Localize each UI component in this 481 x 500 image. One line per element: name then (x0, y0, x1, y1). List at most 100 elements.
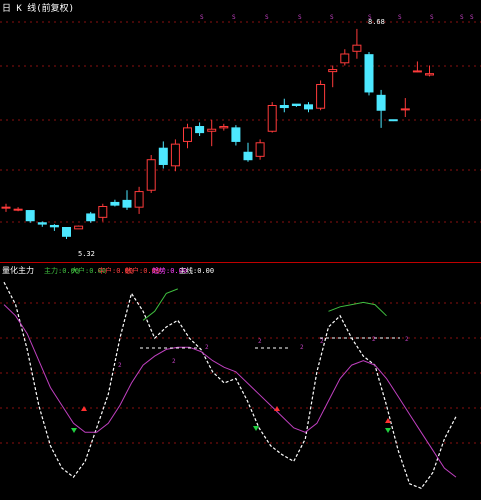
candle[interactable] (62, 227, 71, 240)
indicator-small-label: 2 (258, 338, 262, 345)
indicator-small-label: 2 (405, 336, 409, 343)
candle-body-up (328, 69, 338, 73)
candle[interactable] (364, 51, 374, 96)
candle-body-down (243, 151, 253, 161)
candle[interactable] (49, 224, 59, 231)
candle-body-down (364, 54, 374, 93)
panel-title: 日 K 线(前复权) (2, 2, 74, 14)
indicator-series-line (142, 288, 387, 321)
candle[interactable] (376, 89, 386, 128)
indicator-small-label: 2 (372, 336, 376, 343)
candle[interactable] (13, 207, 23, 212)
candle-body-up (352, 44, 362, 52)
candle[interactable] (304, 102, 313, 113)
candle[interactable] (37, 221, 47, 227)
candle[interactable] (122, 190, 132, 210)
high-price-label: 8.68 (368, 18, 385, 26)
candle-body-down (388, 119, 398, 122)
legend-entry: 主线:0.00 (179, 266, 214, 275)
indicator-legend: 主力:0.00大户:0.00中户:0.00散户:0.00趋势:0.00主线:0.… (44, 266, 214, 275)
indicator-small-label: 2 (118, 362, 122, 369)
candle[interactable] (388, 119, 398, 122)
candle[interactable] (146, 154, 156, 193)
candle[interactable] (316, 80, 326, 111)
candle[interactable] (134, 186, 144, 214)
candle[interactable] (74, 225, 84, 230)
signal-label: S (265, 14, 269, 21)
candle-body-up (98, 205, 108, 218)
signal-label: S (200, 14, 204, 21)
candle[interactable] (340, 49, 350, 66)
candlestick-panel[interactable]: SSSSSSSSSS 日 K 线(前复权) 8.68 5.32 (0, 0, 481, 262)
candle-body-down (25, 210, 35, 222)
candles-group (1, 28, 434, 240)
candle-body-down (122, 199, 132, 208)
candle[interactable] (170, 139, 180, 172)
candle-body-up (1, 206, 11, 209)
candle[interactable] (207, 119, 217, 147)
candle-body-up (340, 53, 350, 64)
candle-body-down (304, 104, 313, 110)
candle-body-up (134, 191, 144, 208)
indicator-small-label: 2 (300, 344, 304, 351)
signal-label: S (298, 14, 302, 21)
candle-body-down (110, 201, 120, 206)
indicator-markers: 2 2 2 2 2 2 2 2 (71, 336, 409, 433)
candle-body-up (255, 142, 265, 157)
stock-chart-window: SSSSSSSSSS 日 K 线(前复权) 8.68 5.32 22222222… (0, 0, 481, 500)
candle[interactable] (98, 203, 108, 222)
candle-body-up (412, 70, 422, 73)
indicator-panel[interactable]: 2 2 2 2 2 2 2 2 量化主力 主力:0.00大户:0.00中户:0.00散户:0.… (0, 263, 481, 500)
top-signal-row: SSSSSSSSSS (200, 14, 474, 21)
candle-body-up (425, 73, 434, 76)
indicator-small-label: 2 (320, 338, 324, 345)
candle[interactable] (291, 103, 301, 107)
sell-arrow-icon (253, 426, 259, 431)
indicator-small-label: 2 (205, 344, 209, 351)
candle[interactable] (158, 141, 168, 169)
candle[interactable] (352, 28, 362, 59)
candle-body-down (376, 94, 386, 111)
candle[interactable] (25, 210, 35, 223)
candle-body-down (37, 222, 47, 225)
sell-arrow-icon (71, 428, 77, 433)
candle[interactable] (86, 211, 96, 223)
candle[interactable] (195, 122, 205, 136)
candle[interactable] (425, 65, 434, 77)
candle-body-down (49, 224, 59, 228)
candle-body-down (195, 126, 205, 134)
candle[interactable] (412, 61, 422, 73)
candle-body-up (13, 208, 23, 211)
candle[interactable] (110, 199, 120, 207)
indicator-lines (3, 281, 457, 490)
candle[interactable] (183, 123, 192, 149)
signal-label: S (398, 14, 402, 21)
indicator-small-label: 2 (172, 358, 176, 365)
candle[interactable] (1, 203, 11, 212)
candle-body-down (231, 127, 241, 142)
buy-arrow-icon (274, 406, 280, 411)
signal-label: S (330, 14, 334, 21)
signal-label: S (470, 14, 474, 21)
candle-body-up (170, 143, 180, 167)
candle-body-up (267, 105, 277, 132)
candle[interactable] (219, 123, 229, 131)
candle-body-down (158, 147, 168, 165)
candle-body-up (219, 126, 229, 129)
candle-body-up (316, 83, 326, 109)
candle-body-down (62, 227, 71, 237)
candle-body-down (86, 213, 96, 222)
signal-label: S (232, 14, 236, 21)
signal-label: S (430, 14, 434, 21)
candle[interactable] (231, 125, 241, 146)
buy-arrow-icon (81, 406, 87, 411)
candle[interactable] (328, 65, 338, 88)
candle[interactable] (255, 139, 265, 160)
low-price-label: 5.32 (78, 250, 95, 258)
indicator-series-line (3, 281, 457, 490)
candle-body-up (400, 108, 410, 111)
candle[interactable] (279, 98, 289, 113)
candle[interactable] (267, 102, 277, 133)
candle[interactable] (243, 142, 253, 162)
candle[interactable] (400, 98, 410, 118)
